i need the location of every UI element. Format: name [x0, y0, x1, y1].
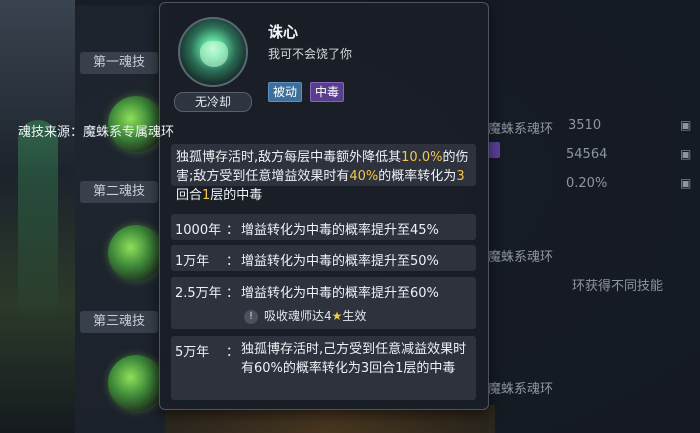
ring-note: 环获得不同技能: [572, 279, 664, 294]
ring-type-1: 魔蛛系魂环: [488, 122, 554, 137]
stat-icon-1: ▣: [680, 118, 692, 132]
ring-type-2: 魔蛛系魂环: [488, 250, 554, 265]
stat-icon-2: ▣: [680, 147, 692, 161]
stat-icon-3: ▣: [680, 176, 692, 190]
desc-part-4: 回合: [176, 188, 203, 203]
warning-icon: !: [244, 309, 258, 324]
section-label-third-skill: 第三魂技: [80, 311, 158, 333]
level-label: 1000年: [175, 223, 222, 238]
desc-value-chance: 40%: [349, 169, 379, 184]
skill-orb-second[interactable]: [108, 225, 164, 281]
desc-value-damage: 10.0%: [401, 150, 443, 165]
poison-skill-icon: [178, 17, 248, 87]
level-effect: 增益转化为中毒的概率提升至60%: [241, 286, 439, 301]
level-sep: ：: [226, 286, 240, 301]
tag-poison: 中毒: [310, 82, 345, 102]
details-panel: [488, 0, 700, 433]
level-sep: ：: [226, 223, 240, 238]
skill-source: 魂技来源：魔蛛系专属魂环: [18, 121, 174, 140]
stat-value-3: 0.20%: [566, 176, 608, 191]
level-effect: 增益转化为中毒的概率提升至45%: [241, 223, 439, 238]
desc-value-turns: 3: [456, 169, 465, 184]
source-value: 魔蛛系专属魂环: [83, 125, 175, 140]
level-label: 5万年: [175, 345, 210, 360]
star-icon: ★: [331, 309, 343, 323]
level-sep: ：: [226, 345, 240, 360]
desc-part-1: 独孤博存活时,敌方每层中毒额外降低其: [176, 150, 402, 165]
tag-passive: 被动: [268, 82, 303, 102]
stat-value-2: 54564: [566, 147, 608, 162]
section-label-second-skill: 第二魂技: [80, 181, 158, 203]
skill-orb-third[interactable]: [108, 355, 164, 411]
activation-condition: ! 吸收魂师达4★生效: [244, 307, 366, 324]
section-label-first-skill: 第一魂技: [80, 52, 158, 74]
condition-suffix: 生效: [342, 309, 367, 323]
level-sep: ：: [226, 254, 240, 269]
desc-part-5: 层的中毒: [210, 188, 263, 203]
stat-value-1: 3510: [568, 118, 602, 133]
level-effect: 增益转化为中毒的概率提升至50%: [241, 254, 439, 269]
skill-name: 诛心: [268, 23, 299, 41]
ring-type-3: 魔蛛系魂环: [488, 382, 554, 397]
level-label: 2.5万年: [175, 286, 222, 301]
skill-quote: 我可不会饶了你: [268, 47, 353, 61]
source-label: 魂技来源：: [18, 125, 84, 140]
cooldown-badge: 无冷却: [174, 92, 252, 112]
character-artwork: [0, 0, 75, 433]
level-effect: 独孤博存活时,己方受到任意减益效果时有60%的概率转化为3回合1层的中毒: [241, 342, 467, 376]
skill-description: 独孤博存活时,敌方每层中毒额外降低其10.0%的伤害;敌方受到任意增益效果时有4…: [176, 148, 476, 205]
purple-badge: [488, 142, 500, 158]
level-label: 1万年: [175, 254, 210, 269]
desc-part-3: 的概率转化为: [378, 169, 457, 184]
condition-text: 吸收魂师达4: [264, 309, 332, 323]
